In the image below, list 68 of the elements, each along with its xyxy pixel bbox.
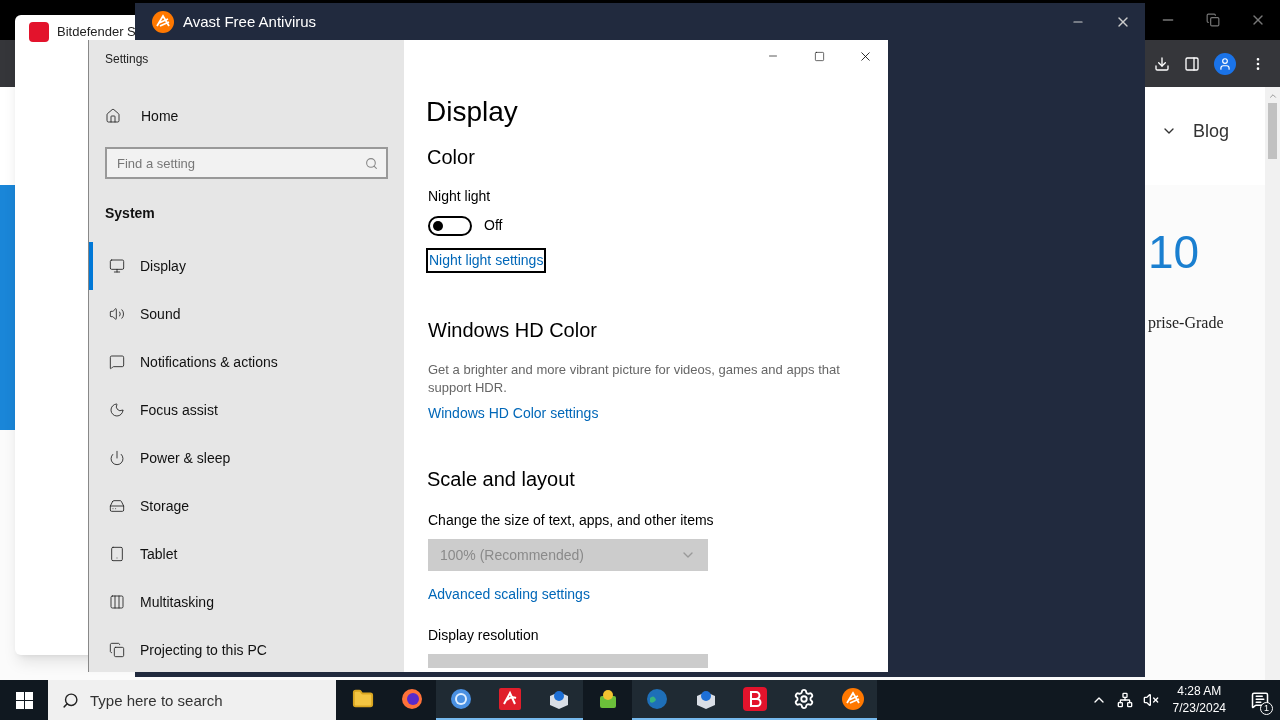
screens-icon: [109, 642, 125, 658]
power-icon: [109, 450, 125, 466]
ring-icon: [449, 688, 472, 710]
nav-item[interactable]: Sound: [89, 290, 388, 338]
home-icon: [105, 108, 121, 124]
nav-item[interactable]: Power & sleep: [89, 434, 388, 482]
nav-item[interactable]: Focus assist: [89, 386, 388, 434]
multitasking-icon: [109, 594, 125, 610]
taskbar-app-button[interactable]: [632, 680, 681, 720]
restore-icon[interactable]: [1206, 13, 1220, 27]
setting-label: Display resolution: [428, 626, 540, 645]
toggle-switch[interactable]: [428, 215, 472, 236]
taskbar-app-button[interactable]: [828, 680, 877, 720]
monitor-icon: [109, 258, 125, 274]
section-heading: Windows HD Color: [428, 318, 598, 343]
hd-color-link[interactable]: Windows HD Color settings: [428, 403, 599, 424]
search-icon: [62, 692, 79, 709]
advanced-scaling-link[interactable]: Advanced scaling settings: [428, 584, 590, 605]
section-heading: Color: [427, 145, 476, 170]
notification-button[interactable]: 1: [1240, 680, 1280, 720]
taskbar-app-button[interactable]: [436, 680, 485, 720]
section-heading: System: [105, 204, 156, 223]
windows-logo-icon: [15, 691, 33, 709]
night-light-link[interactable]: Night light settings: [426, 248, 547, 273]
hero-heading: 10: [1148, 229, 1200, 275]
moon-icon: [109, 402, 125, 418]
window-title: Bitdefender S: [57, 23, 136, 42]
globe-icon: [645, 688, 668, 710]
hero-text: prise-Grade: [1148, 313, 1224, 334]
taskbar-search-field[interactable]: Type here to search: [48, 680, 336, 720]
scroll-thumb[interactable]: [1268, 103, 1277, 159]
nav-item[interactable]: Projecting to this PC: [89, 626, 388, 674]
taskbar-app-button[interactable]: [534, 680, 583, 720]
avast-logo-icon: [840, 687, 865, 711]
nav-item[interactable]: Multitasking: [89, 578, 388, 626]
side-panel-icon[interactable]: [1184, 55, 1200, 72]
folder-icon: [351, 688, 374, 710]
nav-item[interactable]: Display: [89, 242, 388, 290]
home-link[interactable]: Home: [105, 106, 388, 126]
speaker-icon: [109, 306, 125, 322]
description-text: Get a brighter and more vibrant picture for videos, games and apps that support HDR.: [428, 361, 841, 397]
fox-globe-icon: [400, 688, 423, 710]
avast-logo-icon: [151, 10, 175, 34]
setting-label: Change the size of text, apps, and other items: [428, 511, 715, 530]
toggle-state: Off: [484, 216, 503, 235]
nav-item[interactable]: Tablet: [89, 530, 388, 578]
window-title: Avast Free Antivirus: [183, 11, 317, 32]
network-icon[interactable]: [1116, 692, 1133, 708]
drive-icon: [109, 498, 125, 514]
setting-label: Night light: [428, 187, 492, 206]
nav-link[interactable]: Blog: [1192, 117, 1229, 145]
muted-speaker-icon[interactable]: [1142, 692, 1159, 708]
notification-badge: 1: [1260, 702, 1273, 715]
search-icon: [365, 157, 378, 170]
profile-icon[interactable]: [1214, 52, 1236, 75]
download-icon[interactable]: [1154, 55, 1170, 72]
scrollbar[interactable]: [1265, 87, 1280, 680]
nav-item[interactable]: Storage: [89, 482, 388, 530]
clock[interactable]: 4:28 AM 7/23/2024: [1172, 683, 1226, 717]
window-title: Settings: [105, 51, 150, 68]
tablet-icon: [109, 546, 125, 562]
page-title: Display: [426, 95, 519, 129]
settings-icon: [792, 688, 815, 710]
section-heading: Scale and layout: [427, 467, 576, 492]
nav-item[interactable]: Notifications & actions: [89, 338, 388, 386]
search-field[interactable]: Find a setting: [105, 147, 388, 179]
maximize-icon: [813, 50, 825, 62]
message-icon: [109, 354, 125, 370]
